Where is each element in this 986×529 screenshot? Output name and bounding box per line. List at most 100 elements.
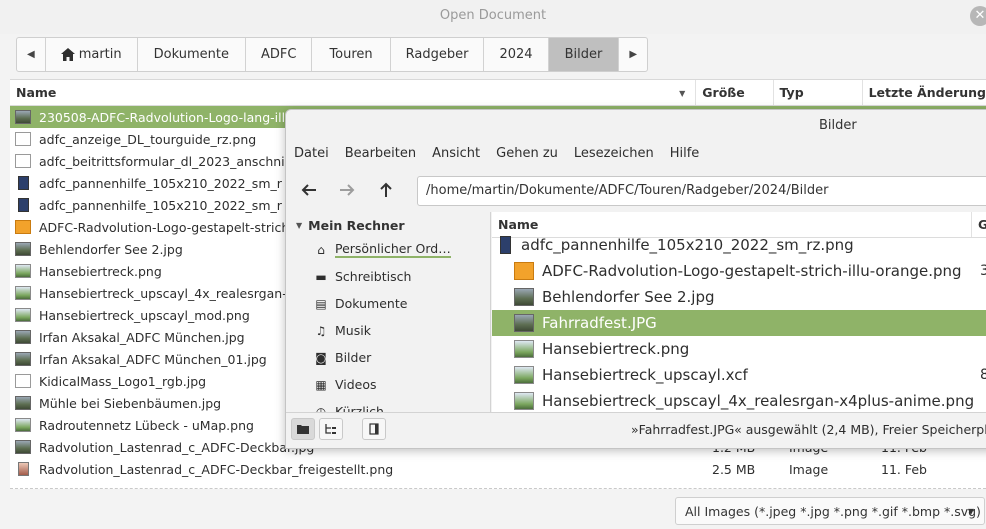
file-row[interactable]: Radvolution_Lastenrad_c_ADFC-Deckbar_fre…: [10, 458, 986, 480]
breadcrumb-item-radgeber[interactable]: Radgeber: [391, 38, 485, 71]
file-name: Hansebiertreck.png: [542, 340, 690, 358]
menu-datei[interactable]: Datei: [286, 146, 337, 166]
camera-icon: ◙: [315, 350, 327, 365]
photo-icon: [15, 330, 31, 344]
document-icon: [15, 154, 31, 168]
photo-icon: [15, 396, 31, 410]
thumb-icon: [514, 340, 534, 358]
photo-icon: [15, 440, 31, 454]
documents-icon: ▤: [315, 296, 327, 311]
file-row[interactable]: ADFC-Radvolution-Logo-gestapelt-strich-i…: [492, 258, 986, 284]
column-size[interactable]: G: [972, 217, 986, 232]
chevron-down-icon: ▼: [967, 507, 974, 516]
file-row[interactable]: Hansebiertreck.png: [492, 336, 986, 362]
file-row[interactable]: Behlendorfer See 2.jpg: [492, 284, 986, 310]
up-button[interactable]: [371, 177, 401, 203]
film-icon: ▦: [315, 377, 327, 392]
file-size: 8: [980, 367, 986, 383]
file-view[interactable]: Name G adfc_pannenhilfe_105x210_2022_sm_…: [492, 212, 986, 412]
gimp-icon: [514, 366, 534, 384]
sidebar-item-label: Kürzlich: [335, 404, 384, 412]
breadcrumb-item-bilder[interactable]: Bilder: [548, 38, 620, 71]
dialog-titlebar: Open Document ✕: [0, 0, 986, 34]
file-size: 2.5 MB: [712, 461, 756, 477]
file-name: ADFC-Radvolution-Logo-gestapelt-strich-i…: [542, 262, 962, 280]
column-type[interactable]: Typ: [774, 80, 863, 105]
file-row[interactable]: adfc_pannenhilfe_105x210_2022_sm_rz.png: [492, 232, 986, 258]
menubar: Datei Bearbeiten Ansicht Gehen zu Leseze…: [286, 146, 707, 166]
flyer-icon: [500, 236, 511, 254]
sidebar-item-persönlicher-ord[interactable]: ⌂ Persönlicher Ord…: [286, 236, 490, 263]
logo-icon: [514, 262, 534, 280]
document-icon: [15, 374, 31, 388]
photo-icon: [15, 352, 31, 366]
column-size[interactable]: Größe: [696, 80, 774, 105]
file-type: Image: [789, 461, 829, 477]
sidebar-item-videos[interactable]: ▦ Videos: [286, 371, 490, 398]
photo-icon: [514, 314, 534, 332]
menu-lesezeichen[interactable]: Lesezeichen: [566, 146, 662, 166]
file-manager-window[interactable]: Bilder Datei Bearbeiten Ansicht Gehen zu…: [285, 109, 986, 449]
show-tree-button[interactable]: [319, 418, 343, 440]
desktop-icon: ▬: [315, 269, 327, 284]
breadcrumb-forward-button[interactable]: ▶: [619, 38, 647, 71]
sidebar-item-schreibtisch[interactable]: ▬ Schreibtisch: [286, 263, 490, 290]
file-row[interactable]: Hansebiertreck_upscayl.xcf 8: [492, 362, 986, 388]
thumb-icon: [15, 264, 31, 278]
breadcrumb-item-2024[interactable]: 2024: [484, 38, 549, 71]
back-button[interactable]: [294, 177, 324, 203]
sidebar-section-computer[interactable]: ▼ Mein Rechner: [286, 214, 490, 236]
sidebar-item-label: Musik: [335, 323, 371, 338]
file-manager-title: Bilder: [819, 118, 857, 133]
column-name-label: Name: [16, 85, 57, 100]
file-size: 3: [980, 263, 986, 279]
breadcrumb: ◀ martin Dokumente ADFC Touren Radgeber …: [16, 37, 649, 72]
column-date[interactable]: Letzte Änderung: [863, 80, 986, 105]
file-row[interactable]: Fahrradfest.JPG: [492, 310, 986, 336]
flyer-icon: [18, 198, 29, 212]
sidebar-item-musik[interactable]: ♫ Musik: [286, 317, 490, 344]
file-view-rows: adfc_pannenhilfe_105x210_2022_sm_rz.png A…: [492, 232, 986, 412]
menu-hilfe[interactable]: Hilfe: [662, 146, 708, 166]
breadcrumb-item-touren[interactable]: Touren: [312, 38, 391, 71]
image-icon: [15, 110, 31, 124]
sidebar: ▼ Mein Rechner ⌂ Persönlicher Ord… ▬ Schrei…: [286, 212, 491, 412]
file-name: Radvolution_Lastenrad_c_ADFC-Deckbar_fre…: [39, 461, 394, 477]
breadcrumb-item-dokumente[interactable]: Dokumente: [138, 38, 246, 71]
triangle-down-icon: ▼: [296, 220, 303, 230]
logo-icon: [15, 220, 31, 234]
status-text: »Fahrradfest.JPG« ausgewählt (2,4 MB), F…: [631, 422, 986, 437]
breadcrumb-item-martin[interactable]: martin: [46, 38, 138, 71]
sidebar-item-dokumente[interactable]: ▤ Dokumente: [286, 290, 490, 317]
file-type-filter[interactable]: All Images (*.jpeg *.jpg *.png *.gif *.b…: [675, 497, 985, 525]
breadcrumb-label: martin: [78, 47, 122, 62]
file-row[interactable]: Hansebiertreck_upscayl_4x_realesrgan-x4p…: [492, 388, 986, 412]
music-icon: ♫: [315, 323, 327, 338]
thumb-icon: [514, 392, 534, 410]
menu-ansicht[interactable]: Ansicht: [424, 146, 488, 166]
file-name: Hansebiertreck_upscayl.xcf: [542, 366, 748, 384]
sidebar-item-bilder[interactable]: ◙ Bilder: [286, 344, 490, 371]
sort-down-icon: ▼: [679, 89, 686, 98]
forward-button[interactable]: [332, 177, 362, 203]
portrait-icon: [18, 462, 29, 476]
file-name: adfc_pannenhilfe_105x210_2022_sm_rz.png: [521, 236, 854, 254]
dialog-footer: All Images (*.jpeg *.jpg *.png *.gif *.b…: [0, 490, 986, 529]
sidebar-item-label: Bilder: [335, 350, 372, 365]
show-places-button[interactable]: [291, 418, 315, 440]
sidebar-item-label: Persönlicher Ord…: [335, 241, 451, 258]
breadcrumb-back-button[interactable]: ◀: [17, 38, 46, 71]
menu-gehen-zu[interactable]: Gehen zu: [488, 146, 566, 166]
file-name: Behlendorfer See 2.jpg: [542, 288, 715, 306]
menu-bearbeiten[interactable]: Bearbeiten: [337, 146, 424, 166]
sidebar-item-kürzlich[interactable]: ◷ Kürzlich: [286, 398, 490, 412]
close-icon[interactable]: ✕: [970, 6, 986, 26]
folder-icon: [297, 425, 309, 434]
thumb-icon: [15, 308, 31, 322]
home-icon: [60, 48, 75, 61]
breadcrumb-item-adfc[interactable]: ADFC: [246, 38, 313, 71]
file-list-header: Name ▼ Größe Typ Letzte Änderung: [10, 80, 986, 106]
location-input[interactable]: /home/martin/Dokumente/ADFC/Touren/Radge…: [417, 176, 986, 206]
column-name[interactable]: Name ▼: [10, 80, 697, 105]
hide-sidebar-button[interactable]: [362, 418, 386, 440]
